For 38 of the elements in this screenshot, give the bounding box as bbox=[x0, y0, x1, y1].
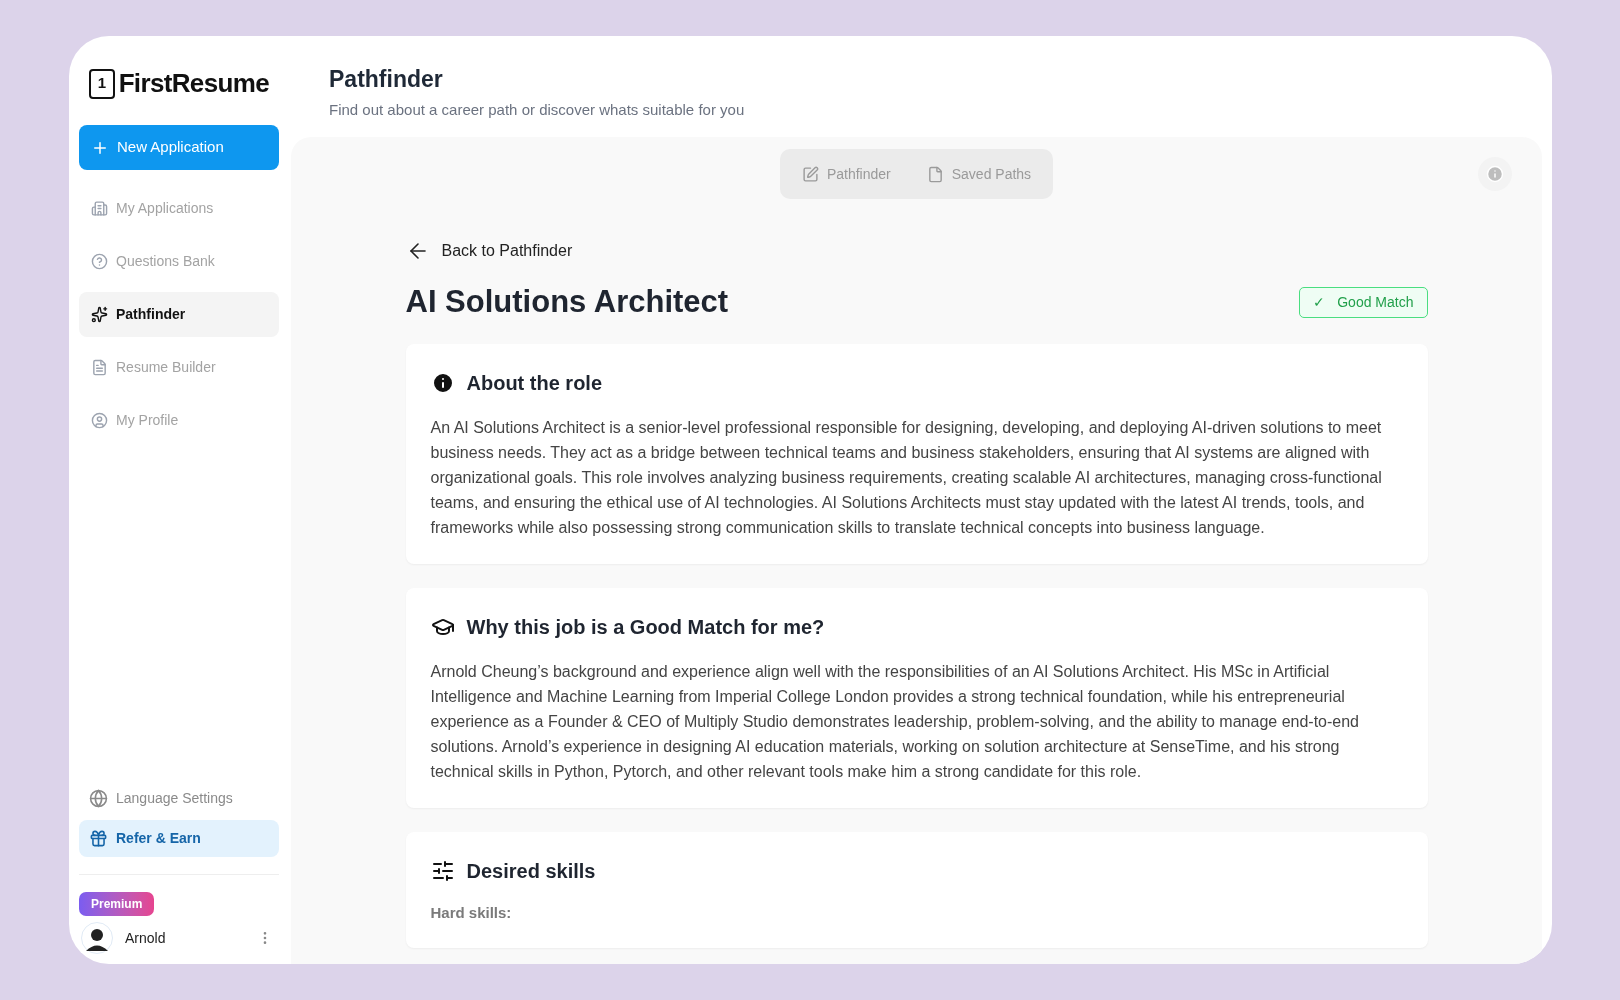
gift-icon bbox=[89, 829, 108, 848]
new-application-button[interactable]: New Application bbox=[79, 125, 279, 170]
section-heading: Desired skills bbox=[466, 858, 596, 884]
page-title: Pathfinder bbox=[329, 65, 444, 94]
logo-icon: 1 bbox=[89, 68, 115, 99]
tab[interactable]: Pathfinder bbox=[785, 155, 907, 193]
building-icon bbox=[91, 200, 108, 217]
job-title: AI Solutions Architect bbox=[405, 283, 729, 321]
section-heading: Why this job is a Good Match for me? bbox=[466, 614, 825, 640]
refer-earn-item[interactable]: Refer & Earn bbox=[79, 820, 279, 857]
nav-item[interactable]: Questions Bank bbox=[79, 239, 279, 284]
edit-icon bbox=[801, 165, 819, 183]
globe-icon bbox=[89, 788, 108, 808]
question-icon bbox=[91, 253, 108, 270]
section-text: Arnold Cheung’s background and experience align well with the responsibilities of an AI Solutions Architect. His MSc in Artificial Intelligence and Machine Learning from Imperial College London provides a strong technical foundation, while his entrepreneurial experience as a Founder & CEO of Multiply Studio demonstrates leadership, problem-solving, and the ability to manage end-to-end solutions. Arnold’s experience in designing AI education materials, working on solution architecture at SenseTime, and his strong technical skills in Python, Pytorch, and other relevant tools make him a strong candidate for this role. bbox=[430, 661, 1360, 782]
section-subheading: Hard skills: bbox=[430, 902, 513, 923]
page-subtitle: Find out about a career path or discover whats suitable for you bbox=[329, 99, 746, 120]
brand-name: FirstResume bbox=[118, 67, 269, 100]
file-icon bbox=[926, 165, 944, 183]
nav-item[interactable]: Resume Builder bbox=[79, 345, 279, 390]
nav-item[interactable]: My Applications bbox=[79, 186, 279, 231]
tab[interactable]: Saved Paths bbox=[910, 155, 1048, 193]
info-icon[interactable] bbox=[1478, 157, 1512, 191]
document-icon bbox=[91, 359, 108, 376]
premium-badge: Premium bbox=[79, 892, 155, 916]
nav-item[interactable]: My Profile bbox=[79, 398, 279, 443]
check-mark: ✓ bbox=[1313, 292, 1326, 312]
sparkles-icon bbox=[91, 306, 108, 323]
user-icon bbox=[91, 412, 108, 429]
back-link[interactable]: Back to Pathfinder bbox=[405, 239, 573, 263]
section-heading: About the role bbox=[466, 370, 603, 396]
avatar-icon bbox=[81, 922, 113, 954]
sliders-icon bbox=[430, 858, 455, 883]
match-badge: ✓ Good Match bbox=[1299, 286, 1428, 318]
section-text: An AI Solutions Architect is a senior-level professional responsible for designing, developing, and deploying AI-driven solutions to meet business needs. They act as a bridge between technical teams and business stakeholders, ensuring that AI systems are aligned with organizational goals. This role involves analyzing business requirements, creating scalable AI architectures, managing cross-functional teams, and ensuring the ethical use of AI technologies. AI Solutions Architects must stay updated with the latest AI trends, tools, and frameworks while also possessing strong communication skills to translate technical concepts into business language. bbox=[430, 417, 1383, 538]
user-name: Arnold bbox=[125, 928, 167, 948]
language-settings-link[interactable]: Language Settings bbox=[79, 780, 279, 816]
nav-item[interactable]: Pathfinder bbox=[79, 292, 279, 337]
